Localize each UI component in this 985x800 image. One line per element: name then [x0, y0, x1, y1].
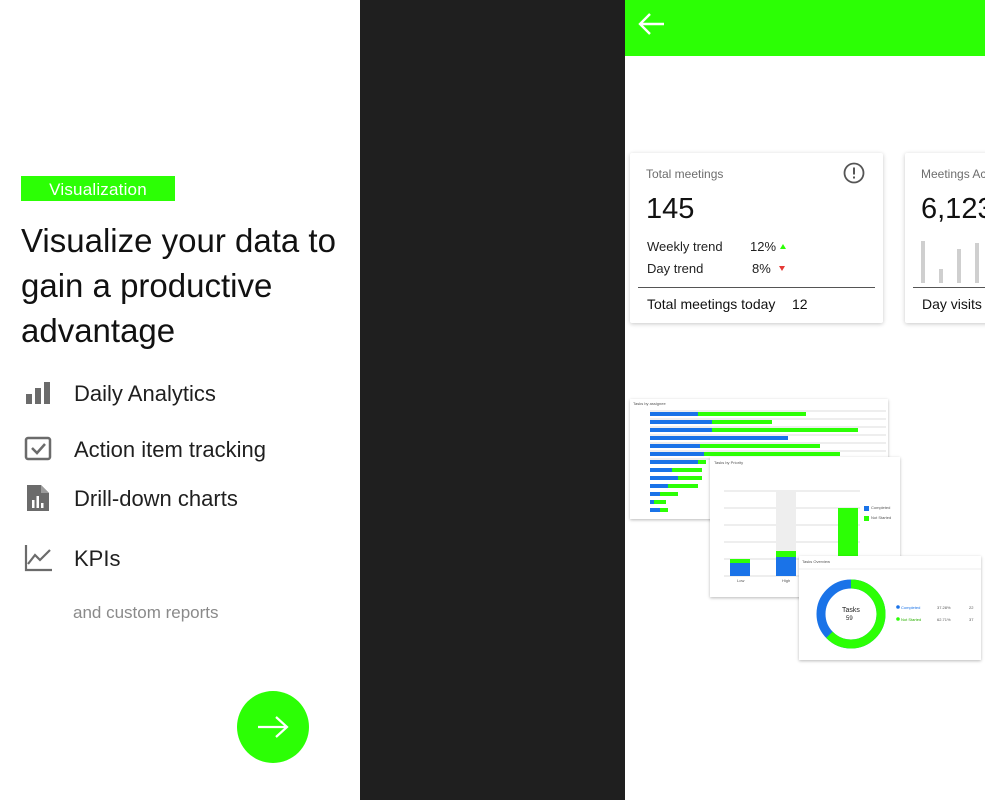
card-title: Meetings Ac [921, 167, 985, 181]
axis-label: High [782, 578, 791, 583]
legend-label: Completed [871, 505, 891, 510]
weekly-trend-label: Weekly trend [647, 239, 723, 254]
next-button[interactable] [237, 691, 309, 763]
legend-label: Not Started [901, 617, 922, 622]
legend-count: 37 [969, 617, 974, 622]
thumbnail-title: Tasks Overview [802, 559, 831, 564]
thumbnail-title: Tasks by Priority [714, 460, 744, 465]
legend-label: Completed [901, 605, 921, 610]
card-title: Total meetings [646, 167, 724, 181]
app-bar [625, 0, 985, 56]
footer-label: Total meetings today [647, 296, 776, 312]
dark-divider [360, 0, 625, 800]
feature-label: Daily Analytics [74, 381, 216, 406]
legend-pct: 62.71% [937, 617, 951, 622]
card-value: 6,123 [921, 193, 985, 225]
donut-chart-thumbnail [799, 568, 981, 649]
legend-pct: 37.28% [937, 605, 951, 610]
legend-count: 22 [969, 605, 974, 610]
trend-down-icon [779, 266, 785, 271]
day-trend-value: 8% [752, 261, 771, 276]
thumbnail-title: Tasks by assignee [633, 401, 666, 406]
more-text: and custom reports [73, 603, 219, 622]
alert-icon[interactable] [842, 161, 866, 185]
legend-label: Not Started [871, 515, 892, 520]
sparkline-bars [921, 241, 979, 283]
feature-action-tracking: Action item tracking [24, 434, 266, 464]
arrow-right-icon [258, 716, 289, 738]
footer-label: Day visits [922, 296, 982, 312]
weekly-trend-value: 12% [750, 239, 777, 254]
divider [638, 287, 875, 288]
feature-kpis: KPIs [24, 543, 120, 573]
trend-up-icon [780, 244, 786, 249]
axis-label: Low [737, 578, 745, 583]
day-trend-label: Day trend [647, 261, 704, 276]
feature-daily-analytics: Daily Analytics [24, 378, 216, 408]
card-value: 145 [646, 193, 695, 225]
headline: Visualize your data to gain a productive… [21, 222, 336, 349]
report-file-icon [24, 483, 54, 513]
feature-label: Action item tracking [74, 437, 266, 462]
line-chart-icon [24, 543, 54, 573]
phone-preview: Total meetings 145 Weekly trend 12% Day … [625, 0, 985, 800]
donut-center-value: 59 [846, 616, 853, 622]
feature-label: KPIs [74, 546, 121, 571]
meetings-activity-card[interactable]: Meetings Ac 6,123 Day visits [905, 153, 985, 323]
arrow-left-icon[interactable] [637, 10, 667, 40]
divider [913, 287, 985, 288]
feature-drill-down: Drill-down charts [24, 483, 238, 513]
donut-center-label: Tasks [842, 607, 860, 614]
total-meetings-card[interactable]: Total meetings 145 Weekly trend 12% Day … [630, 153, 883, 323]
bar-chart-icon [24, 378, 54, 408]
footer-value: 12 [792, 296, 808, 312]
tasks-overview-thumbnail: Tasks Overview Tasks 59 Completed 37.28%… [799, 556, 981, 660]
feature-label: Drill-down charts [74, 486, 238, 511]
visualization-badge: Visualization [21, 176, 175, 201]
intro-panel: Visualization Visualize your data to gai… [0, 0, 360, 800]
checkbox-icon [24, 434, 54, 464]
